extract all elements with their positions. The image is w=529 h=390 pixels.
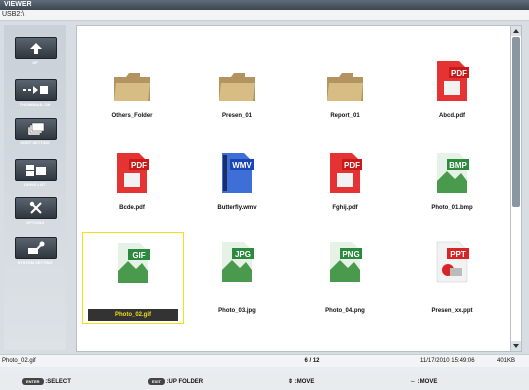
- svg-text:PDF: PDF: [344, 161, 360, 170]
- file-datetime: 11/17/2010 15:49:06: [420, 358, 475, 364]
- wmv-file-icon: WMV: [217, 151, 257, 195]
- scroll-up-arrow-icon[interactable]: [511, 26, 521, 36]
- file-name: Abcd.pdf: [439, 113, 465, 119]
- file-item-photo-01-bmp[interactable]: BMP Photo_01.bmp: [402, 143, 502, 233]
- file-item-bcde-pdf[interactable]: PDF Bcde.pdf: [82, 143, 182, 233]
- file-item-abcd-pdf[interactable]: PDF Abcd.pdf: [402, 51, 502, 141]
- png-file-icon: PNG: [325, 240, 365, 284]
- select-hint: :SELECT: [45, 379, 71, 385]
- file-item-report-01[interactable]: Report_01: [295, 51, 395, 141]
- file-name: Presen_01: [221, 113, 253, 119]
- jpg-file-icon: JPG: [217, 240, 257, 284]
- up-folder-icon: [30, 43, 42, 54]
- scrollbar[interactable]: [510, 25, 522, 352]
- svg-text:PDF: PDF: [131, 161, 147, 170]
- current-path: USB2:\: [2, 11, 25, 18]
- svg-text:PPT: PPT: [450, 250, 466, 259]
- pdf-file-icon: PDF: [325, 151, 365, 195]
- selected-file-name: Photo_02.gif: [2, 358, 36, 364]
- folder-icon: [325, 59, 365, 103]
- file-name: Presen_xx.ppt: [431, 308, 473, 314]
- ppt-file-icon: PPT: [432, 240, 472, 284]
- thumbnail-button[interactable]: [15, 79, 57, 101]
- pdf-file-icon: PDF: [112, 151, 152, 195]
- file-item-presen-01[interactable]: Presen_01: [187, 51, 287, 141]
- options-tools-icon: [29, 201, 42, 214]
- file-name: Photo_04.png: [325, 308, 365, 314]
- system-setting-label: SYSTEM SETTING: [17, 260, 53, 265]
- thumbnail-icon: [23, 86, 48, 94]
- move-horizontal-hint: :MOVE: [417, 379, 438, 385]
- sort-setting-label: SORT SETTING: [20, 140, 50, 145]
- sort-setting-button[interactable]: [15, 118, 57, 140]
- svg-text:GIF: GIF: [132, 251, 145, 260]
- gif-file-icon: GIF: [113, 241, 153, 285]
- file-name: Bcde.pdf: [119, 205, 145, 211]
- scroll-down-arrow-icon[interactable]: [511, 341, 521, 351]
- status-bar: Photo_02.gif 6 / 12 11/17/2010 15:49:06 …: [0, 354, 529, 367]
- file-grid: Others_Folder Presen_01 Report_01 PDF Ab…: [76, 25, 511, 352]
- sort-icon: [27, 122, 45, 136]
- file-name: Report_01: [330, 113, 360, 119]
- system-setting-button[interactable]: [15, 237, 57, 259]
- key-hint-bar: ENTER :SELECT EXIT :UP FOLDER ⇕ :MOVE ⇔ …: [0, 374, 529, 390]
- folder-icon: [112, 59, 152, 103]
- scroll-thumb[interactable]: [512, 37, 520, 207]
- svg-text:JPG: JPG: [235, 250, 251, 259]
- bmp-file-icon: BMP: [432, 151, 472, 195]
- svg-text:WMV: WMV: [232, 161, 252, 170]
- pdf-file-icon: PDF: [432, 59, 472, 103]
- app-title: VIEWER: [4, 1, 32, 8]
- file-name: Others_Folder: [111, 113, 153, 119]
- file-item-photo-04-png[interactable]: PNG Photo_04.png: [295, 232, 395, 322]
- folder-icon: [217, 59, 257, 103]
- title-bar: VIEWER: [0, 0, 529, 10]
- up-down-arrows-icon: ⇕: [288, 379, 294, 385]
- file-name: Fghij.pdf: [332, 205, 358, 211]
- sidebar: UP THUMBNAIL ON SORT SETTING DRIVE LIST …: [4, 25, 66, 350]
- up-folder-hint: :UP FOLDER: [166, 379, 204, 385]
- file-name-selected: Photo_02.gif: [88, 309, 178, 321]
- options-label: OPTIONS: [25, 220, 44, 225]
- file-item-butterfly-wmv[interactable]: WMV Butterfly.wmv: [187, 143, 287, 233]
- svg-text:PDF: PDF: [451, 69, 467, 78]
- file-name: Photo_01.bmp: [431, 205, 473, 211]
- thumbnail-label: THUMBNAIL ON: [19, 102, 51, 107]
- path-bar: USB2:\: [0, 10, 529, 21]
- options-button[interactable]: [15, 197, 57, 219]
- drive-list-label: DRIVE LIST: [23, 182, 46, 187]
- svg-text:PNG: PNG: [342, 250, 359, 259]
- drive-list-icon: [26, 165, 46, 176]
- file-item-photo-02-gif[interactable]: GIF Photo_02.gif: [82, 232, 184, 324]
- file-item-fghij-pdf[interactable]: PDF Fghij.pdf: [295, 143, 395, 233]
- drive-list-button[interactable]: [15, 159, 57, 181]
- file-item-others-folder[interactable]: Others_Folder: [82, 51, 182, 141]
- file-size: 401KB: [497, 358, 516, 364]
- file-name: Butterfly.wmv: [217, 205, 257, 211]
- up-button[interactable]: [15, 37, 57, 59]
- move-vertical-hint: :MOVE: [294, 379, 315, 385]
- svg-text:BMP: BMP: [449, 161, 467, 170]
- enter-key-icon: ENTER: [22, 377, 44, 385]
- file-item-photo-03-jpg[interactable]: JPG Photo_03.jpg: [187, 232, 287, 322]
- exit-key-icon: EXIT: [148, 377, 165, 385]
- up-label: UP: [32, 60, 38, 65]
- page-counter: 6 / 12: [304, 358, 320, 364]
- file-name: Photo_03.jpg: [218, 308, 256, 314]
- left-right-arrows-icon: ⇔: [410, 379, 416, 385]
- system-setting-icon: [28, 241, 45, 254]
- file-item-presen-xx-ppt[interactable]: PPT Presen_xx.ppt: [402, 232, 502, 322]
